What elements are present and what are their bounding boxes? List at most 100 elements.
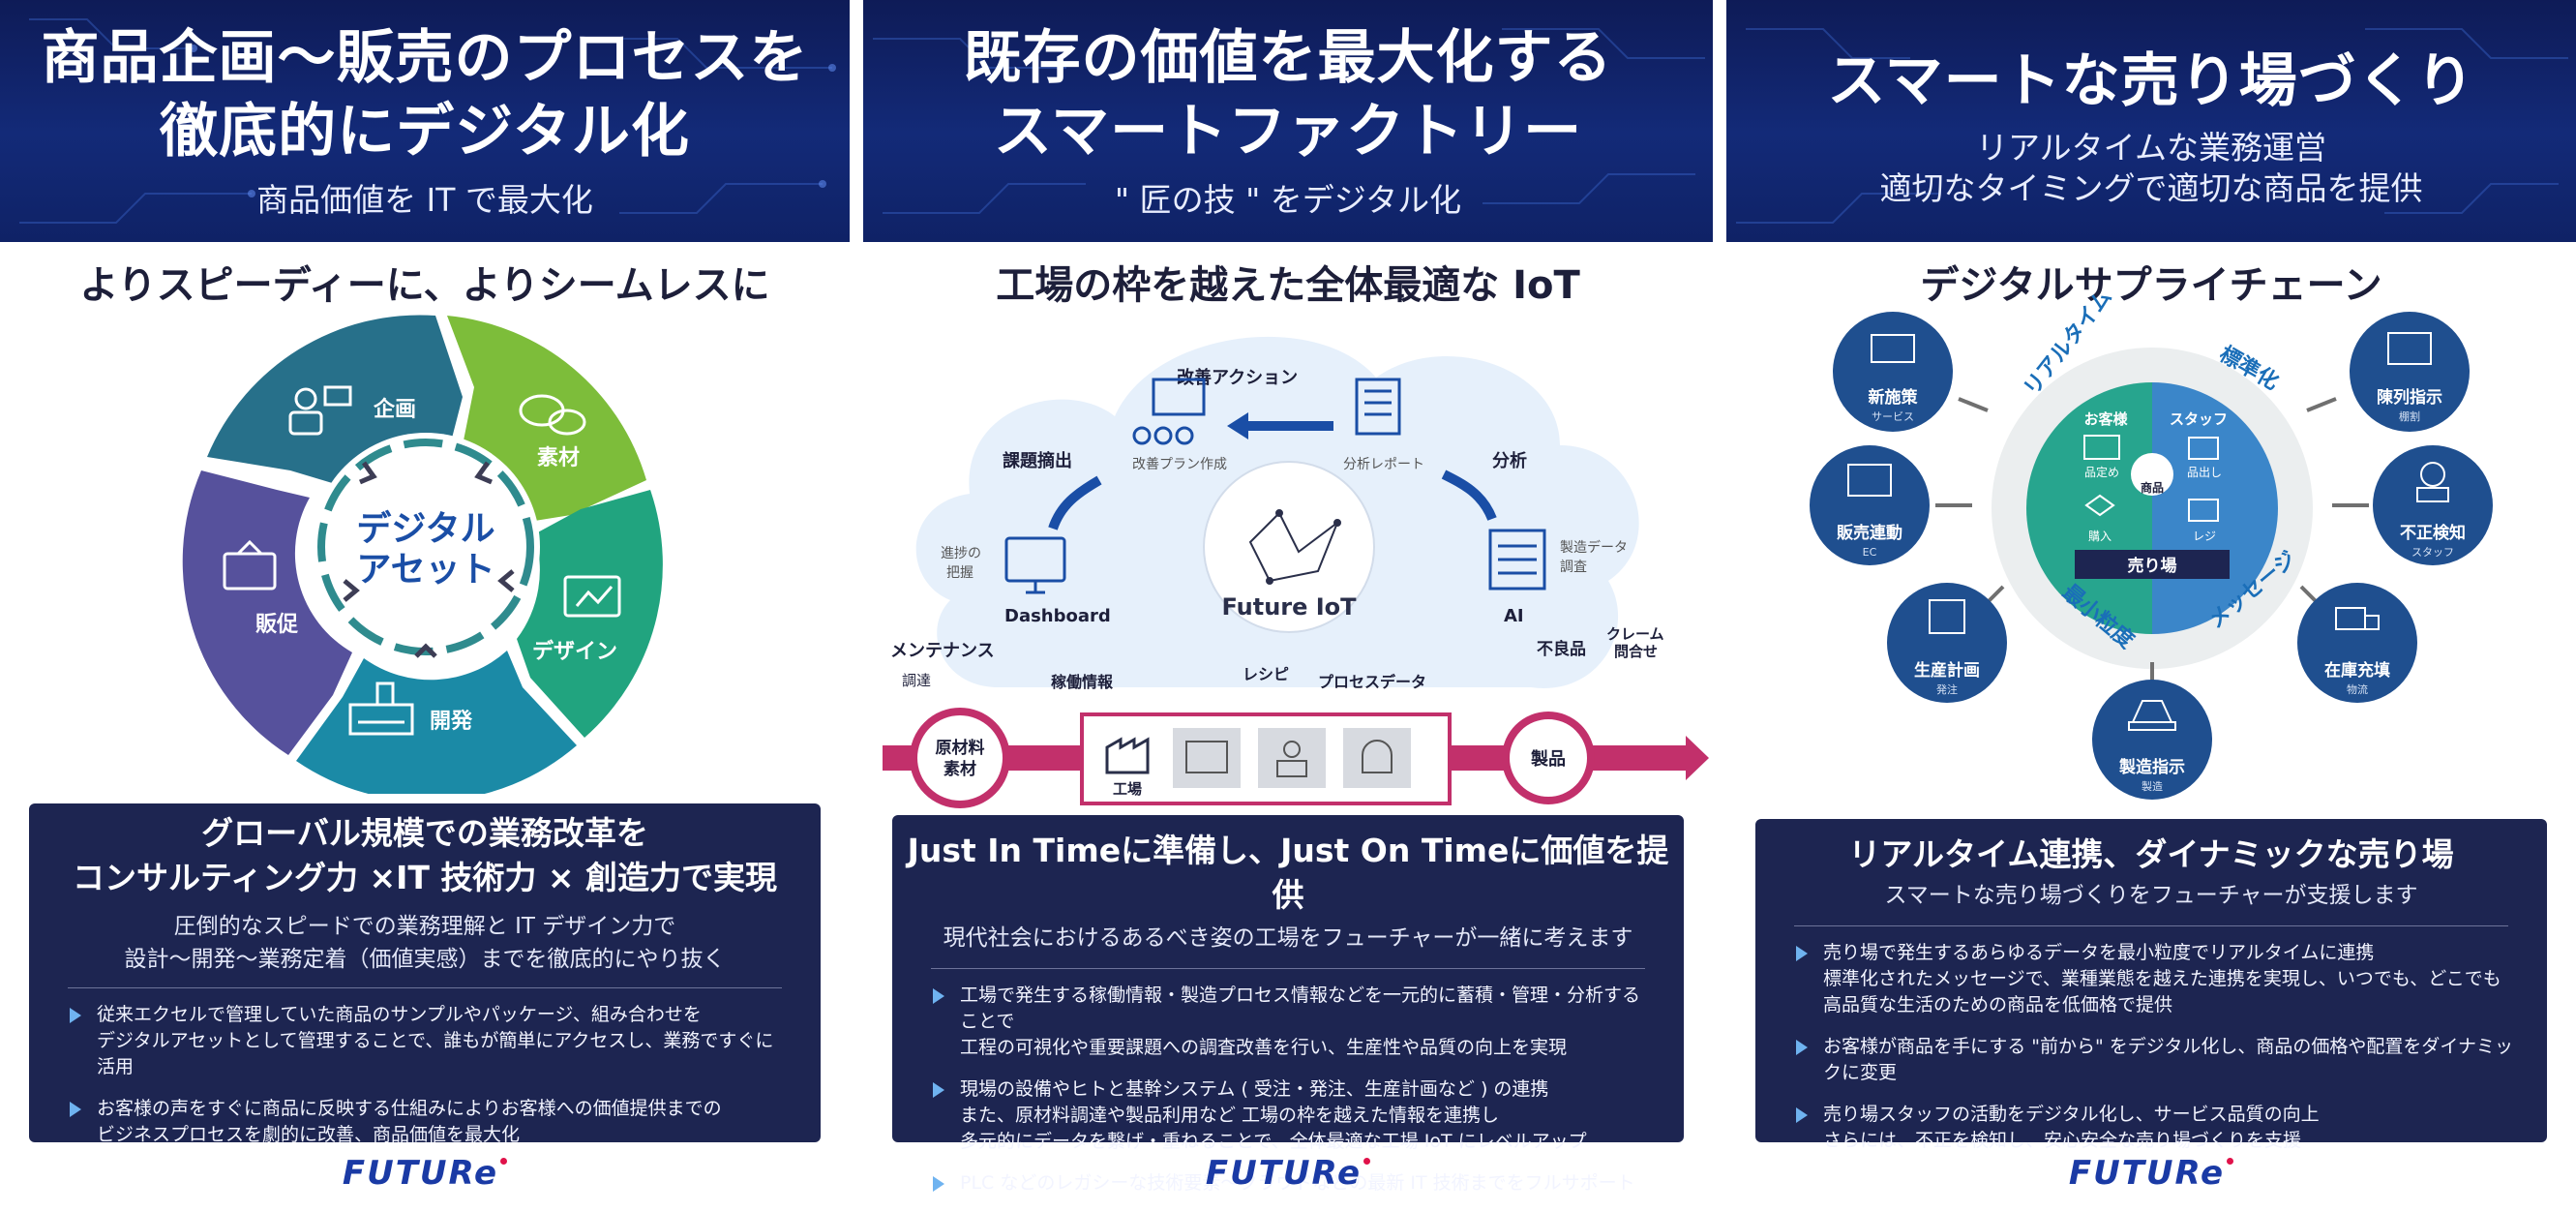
heading-line: コンサルティング力 ×IT 技術力 × 創造力で実現: [72, 859, 778, 896]
bullet-line: デジタルアセットとして管理することで、誰もが簡単にアクセスし、業務ですぐに活用: [97, 1030, 774, 1077]
node-sublabel: スタッフ: [2411, 546, 2454, 559]
bullet-line: お客様の声をすぐに商品に反映する仕組みによりお客様への価値提供までの: [97, 1098, 722, 1119]
chotatsu-label: 調達: [902, 672, 931, 689]
wheel-center-label: デジタル: [356, 508, 494, 549]
segment-label: 素材: [537, 445, 580, 470]
hindashi-label: 品出し: [2187, 466, 2222, 479]
title-line: スマートな売り場づくり: [1827, 47, 2475, 115]
raw-material-node: [910, 708, 1010, 808]
factory-label: 工場: [1113, 780, 1142, 798]
node: 新施策 サービス: [1833, 312, 1953, 432]
column-smart-factory: 既存の価値を最大化する スマートファクトリー " 匠の技 " をデジタル化 工場…: [863, 0, 1713, 1212]
uriba-label: 売り場: [2128, 556, 2177, 576]
future-logo: FUTURe: [1726, 1154, 2576, 1193]
supply-chain-diagram: 売り場 お客様 スタッフ 品定め 商品 品出し 購入 レジ リアルタイム 標準化…: [1810, 290, 2493, 800]
node-sublabel: 発注: [1936, 682, 1958, 696]
future-logo: FUTURe: [0, 1154, 850, 1193]
sub-line: 設計〜開発〜業務定着（価値実感）までを徹底的にやり抜く: [124, 947, 726, 972]
page-subtitle: " 匠の技 " をデジタル化: [1114, 181, 1462, 219]
bunseki-label: 分析: [1492, 450, 1527, 471]
panel-subheading: 圧倒的なスピードでの業務理解と IT デザイン力で 設計〜開発〜業務定着（価値実…: [29, 910, 821, 976]
logo-dot-icon: [1363, 1158, 1371, 1165]
node: 製造指示 製造: [2092, 680, 2212, 800]
node-label: 在庫充填: [2324, 660, 2390, 681]
bullet-item: 売り場スタッフの活動をデジタル化し、サービス品質の向上 さらには、不正を検知し、…: [1796, 1102, 2514, 1154]
bullet-line: 標準化されたメッセージで、業種業態を越えた連携を実現し、いつでも、どこでも: [1823, 968, 2501, 989]
segment-label: 開発: [430, 710, 473, 734]
node: 陳列指示 棚割: [2350, 312, 2470, 432]
bullet-line: 多元的にデータを繋げ・重ねることで、全体最適な工場 IoT にレベルアップ: [960, 1131, 1587, 1152]
bullet-line: 従来エクセルで管理していた商品のサンプルやパッケージ、組み合わせを: [97, 1004, 702, 1025]
kaizen-plan-label: 改善プラン作成: [1132, 457, 1227, 472]
bullet-line: さらには、不正を検知し、安心安全な売り場づくりを支援: [1823, 1130, 2302, 1151]
page-title: スマートな売り場づくり: [1726, 45, 2576, 118]
recipe-label: レシピ: [1243, 665, 1289, 683]
panel-heading: Just In Timeに準備し、Just On Timeに価値を提供: [892, 829, 1684, 918]
bullet-line: お客様が商品を手にする "前から" をデジタル化し、商品の価格や配置をダイナミッ…: [1823, 1036, 2513, 1083]
bullet-item: 売り場で発生するあらゆるデータを最小粒度でリアルタイムに連携 標準化されたメッセ…: [1796, 940, 2514, 1018]
staff-label: スタッフ: [2170, 410, 2228, 428]
bullet-line: 売り場スタッフの活動をデジタル化し、サービス品質の向上: [1823, 1104, 2320, 1125]
bullet-item: 従来エクセルで管理していた商品のサンプルやパッケージ、組み合わせを デジタルアセ…: [70, 1002, 788, 1080]
divider: [1794, 925, 2508, 926]
node-sublabel: 物流: [2347, 682, 2368, 696]
info-panel: Just In Timeに準備し、Just On Timeに価値を提供 現代社会…: [892, 815, 1684, 1194]
column-smart-store: スマートな売り場づくり リアルタイムな業務運営 適切なタイミングで適切な商品を提…: [1726, 0, 2576, 1212]
node-sublabel: EC: [1863, 546, 1877, 559]
panel-subheading: スマートな売り場づくりをフューチャーが支援します: [1755, 879, 2547, 912]
bullet-list: 従来エクセルで管理していた商品のサンプルやパッケージ、組み合わせを デジタルアセ…: [29, 1002, 821, 1148]
bullet-list: 売り場で発生するあらゆるデータを最小粒度でリアルタイムに連携 標準化されたメッセ…: [1755, 940, 2547, 1154]
wheel-center-label: アセット: [356, 550, 494, 590]
logo-text: FUTURe: [2068, 1154, 2226, 1193]
divider: [68, 987, 782, 988]
node: 在庫充填 物流: [2297, 583, 2417, 703]
bullet-line: 高品質な生活のための商品を低価格で提供: [1823, 994, 2173, 1015]
maintenance-label: メンテナンス: [890, 641, 995, 661]
mfg-data-label: 製造データ: [1560, 539, 1628, 556]
title-line: 徹底的にデジタル化: [160, 98, 690, 166]
raw-material-label: 素材: [944, 759, 976, 779]
bullet-line: 売り場で発生するあらゆるデータを最小粒度でリアルタイムに連携: [1823, 942, 2375, 963]
bullet-item: 現場の設備やヒトと基幹システム ( 受注・発注、生産計画など ) の連携 また、…: [933, 1076, 1651, 1155]
kadai-label: 課題摘出: [1003, 450, 1072, 471]
node: 不正検知 スタッフ: [2373, 445, 2493, 565]
title-line: スマートファクトリー: [993, 98, 1583, 166]
logo-text: FUTURe: [342, 1154, 499, 1193]
heading-line: リアルタイム連携、ダイナミックな売り場: [1848, 835, 2454, 873]
analysis-report-label: 分析レポート: [1343, 457, 1424, 472]
logo-dot-icon: [500, 1158, 508, 1165]
future-iot-label: Future IoT: [1221, 593, 1357, 621]
bullet-item: お客様が商品を手にする "前から" をデジタル化し、商品の価格や配置をダイナミッ…: [1796, 1034, 2514, 1086]
title-line: 商品企画〜販売のプロセスを: [41, 24, 809, 92]
bullet-arrow-icon: [1796, 1107, 1808, 1123]
page-subtitle: リアルタイムな業務運営 適切なタイミングで適切な商品を提供: [1726, 128, 2576, 209]
bullet-line: 工場で発生する稼働情報・製造プロセス情報などを一元的に蓄積・管理・分析することで: [960, 985, 1641, 1032]
bullet-arrow-icon: [70, 1102, 81, 1117]
reji-label: レジ: [2193, 530, 2216, 543]
node-sublabel: サービス: [1872, 410, 1914, 423]
flow-arrow-icon: [1686, 736, 1709, 780]
kado-label: 稼働情報: [1051, 673, 1114, 691]
node-label: 生産計画: [1914, 660, 1980, 681]
subtitle-line: リアルタイムな業務運営: [1975, 129, 2326, 167]
column-digital-process: 商品企画〜販売のプロセスを 徹底的にデジタル化 商品価値を IT で最大化 より…: [0, 0, 850, 1212]
progress-label: 把握: [946, 565, 973, 581]
node-label: 不正検知: [2400, 523, 2466, 543]
bullet-arrow-icon: [933, 1082, 944, 1098]
bullet-arrow-icon: [933, 988, 944, 1004]
mfg-data-label: 調査: [1560, 560, 1587, 575]
node-sublabel: 棚割: [2399, 409, 2420, 423]
sub-line: 圧倒的なスピードでの業務理解と IT デザイン力で: [173, 914, 676, 939]
page-title: 商品企画〜販売のプロセスを 徹底的にデジタル化: [0, 21, 850, 168]
segment-label: デザイン: [532, 639, 617, 664]
subtitle-line: 適切なタイミングで適切な商品を提供: [1879, 169, 2423, 207]
bullet-item: お客様の声をすぐに商品に反映する仕組みによりお客様への価値提供までの ビジネスプ…: [70, 1096, 788, 1148]
panel-subheading: 現代社会におけるあるべき姿の工場をフューチャーが一緒に考えます: [892, 922, 1684, 954]
raw-material-label: 原材料: [936, 738, 985, 758]
bullet-item: 工場で発生する稼働情報・製造プロセス情報などを一元的に蓄積・管理・分析することで…: [933, 983, 1651, 1061]
hero-banner: 商品企画〜販売のプロセスを 徹底的にデジタル化 商品価値を IT で最大化: [0, 0, 850, 242]
sub-line: 現代社会におけるあるべき姿の工場をフューチャーが一緒に考えます: [943, 925, 1633, 951]
divider: [931, 968, 1645, 969]
info-panel: グローバル規模での業務改革を コンサルティング力 ×IT 技術力 × 創造力で実…: [29, 803, 821, 1145]
future-logo: FUTURe: [863, 1154, 1713, 1193]
